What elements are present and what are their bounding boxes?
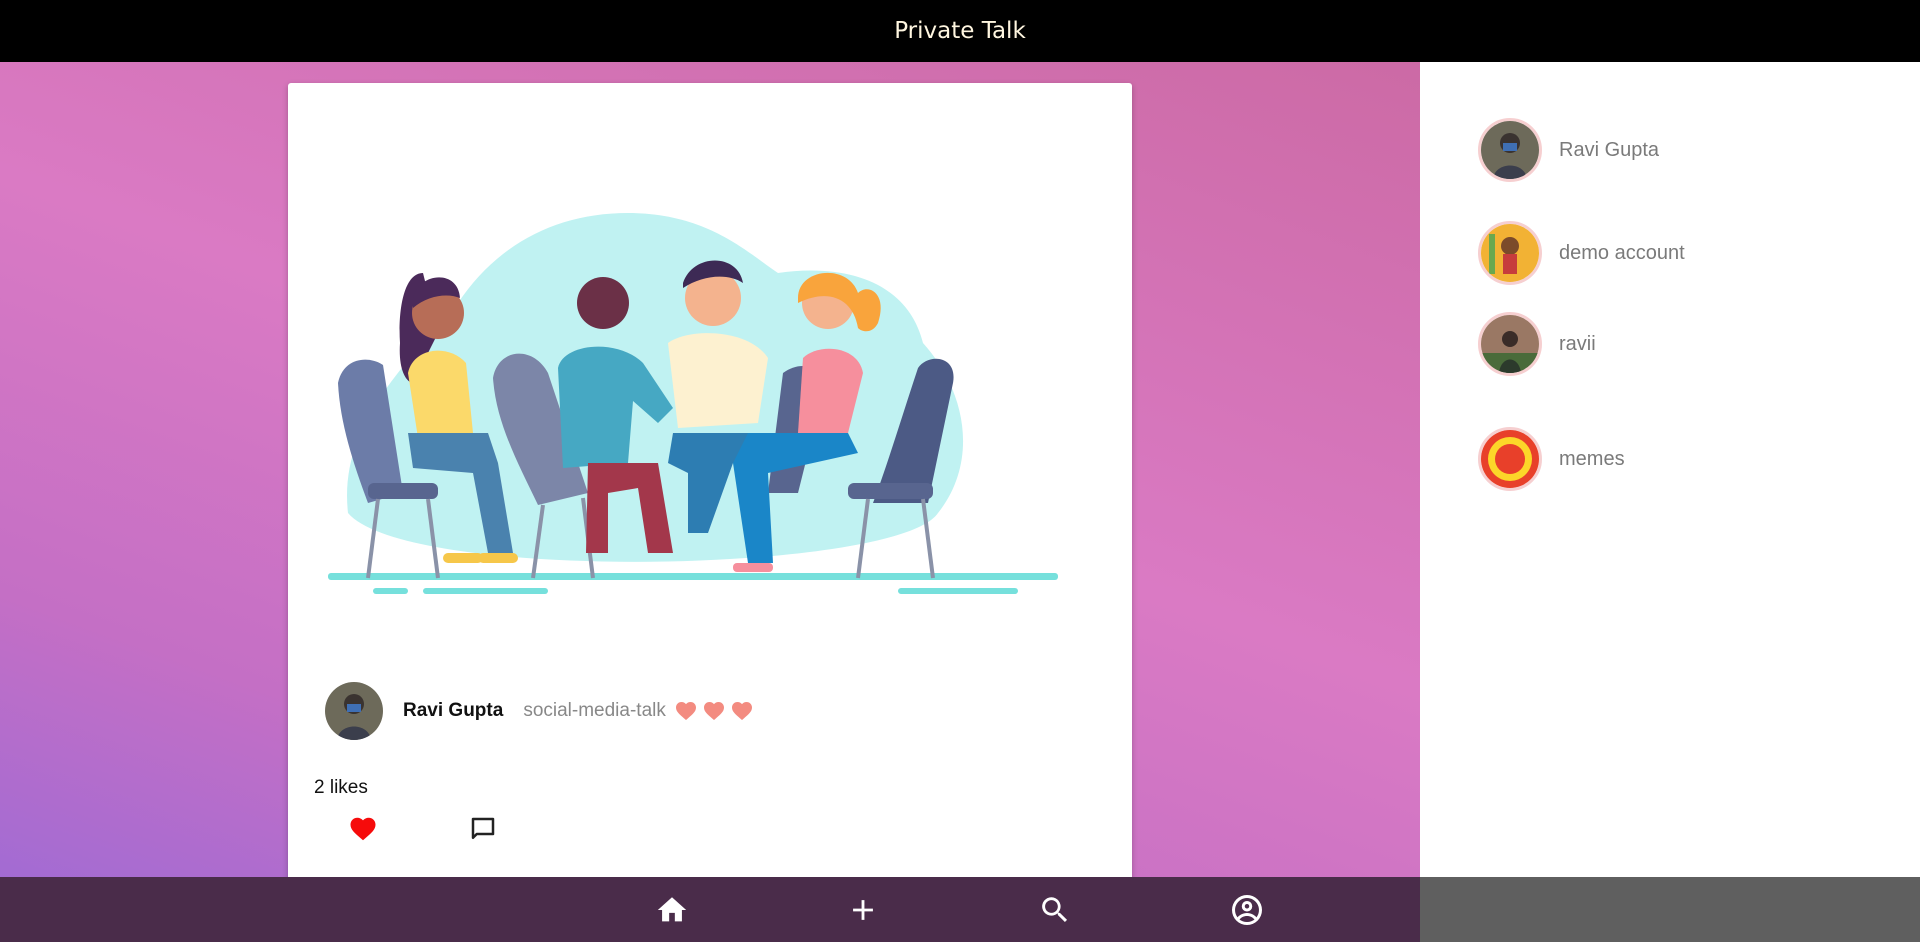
app-title: Private Talk <box>894 18 1026 44</box>
suggestions-sidebar: Ravi Gupta demo account ravii memes <box>1420 62 1920 877</box>
user-avatar <box>1478 118 1542 182</box>
sidebar-user-item[interactable]: Ravi Gupta <box>1478 118 1659 182</box>
add-post-button[interactable] <box>839 877 887 942</box>
heart-icon <box>731 702 752 720</box>
heart-icon <box>703 702 724 720</box>
feed-area: Ravi Gupta social-media-talk 2 likes <box>0 62 1420 942</box>
comment-button[interactable] <box>468 814 498 844</box>
heart-icon <box>350 817 376 841</box>
user-name: Ravi Gupta <box>1559 138 1660 161</box>
app-header: Private Talk <box>0 0 1920 62</box>
add-icon <box>853 899 873 920</box>
user-avatar <box>1478 312 1542 376</box>
search-icon <box>1042 896 1068 922</box>
account-icon <box>1232 894 1262 925</box>
caption-reactions <box>674 699 754 723</box>
user-avatar <box>1478 427 1542 491</box>
home-button[interactable] <box>648 877 696 942</box>
bottom-nav <box>0 877 1420 942</box>
user-name: ravii <box>1559 332 1596 355</box>
home-icon <box>657 896 687 921</box>
bottom-nav-filler <box>1420 877 1920 942</box>
user-name: demo account <box>1559 241 1685 264</box>
post-image <box>328 213 1058 594</box>
post-meta: Ravi Gupta social-media-talk <box>325 681 754 741</box>
author-avatar[interactable] <box>325 682 383 740</box>
post-author[interactable]: Ravi Gupta <box>403 700 503 722</box>
user-avatar <box>1478 221 1542 285</box>
heart-icon <box>675 702 696 720</box>
likes-count: 2 likes <box>314 777 368 798</box>
comment-icon <box>471 817 495 839</box>
post-actions <box>348 814 498 844</box>
user-name: memes <box>1559 447 1625 470</box>
like-button[interactable] <box>348 814 378 844</box>
sidebar-user-item[interactable]: ravii <box>1478 312 1596 376</box>
post-caption: social-media-talk <box>523 700 666 721</box>
account-button[interactable] <box>1223 877 1271 942</box>
post-card: Ravi Gupta social-media-talk 2 likes <box>288 83 1132 888</box>
sidebar-user-item[interactable]: memes <box>1478 427 1625 491</box>
search-button[interactable] <box>1031 877 1079 942</box>
sidebar-user-item[interactable]: demo account <box>1478 221 1685 285</box>
